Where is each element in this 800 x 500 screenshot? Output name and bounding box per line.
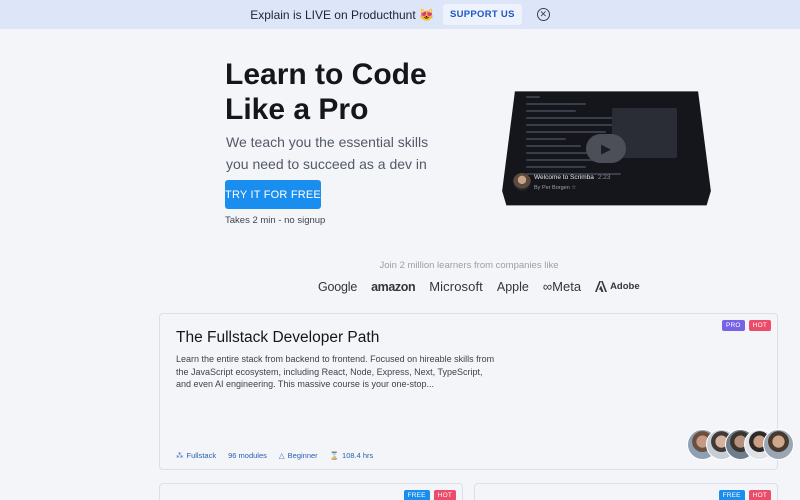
course-badges: FREE HOT	[403, 490, 456, 500]
adobe-logo: Adobe	[595, 281, 640, 292]
meta-infinity-icon: ∞	[542, 279, 553, 294]
course-description: Learn the entire stack from backend to f…	[176, 354, 495, 390]
hourglass-icon: ⌛	[329, 451, 340, 460]
amazon-logo: amazon	[371, 279, 416, 294]
instructor-avatar	[763, 429, 794, 460]
company-logos: Google amazon Microsoft Apple ∞ Meta Adob…	[318, 279, 640, 294]
google-logo: Google	[318, 279, 358, 294]
banner-text: Explain is LIVE on Producthunt 😻	[250, 7, 434, 22]
hot-badge: HOT	[748, 490, 771, 500]
pro-badge: PRO	[721, 320, 745, 331]
meta-logo: ∞ Meta	[542, 279, 582, 294]
instructor-avatars	[687, 429, 794, 460]
announcement-banner: Explain is LIVE on Producthunt 😻 SUPPORT…	[0, 0, 800, 29]
course-meta: ⁂ Fullstack 96 modules △ Beginner ⌛ 108.4 h…	[176, 451, 373, 460]
video-duration: 2:23	[597, 174, 611, 181]
course-modules: 96 modules	[228, 451, 267, 460]
video-title: Welcome to Scrimba 2:23	[534, 174, 611, 181]
level-icon: △	[278, 451, 285, 460]
hot-badge: HOT	[433, 490, 456, 500]
companies-title: Join 2 million learners from companies l…	[379, 260, 559, 271]
close-icon[interactable]: ✕	[536, 8, 550, 21]
intro-video-player[interactable]: ▶ Welcome to Scrimba 2:23 By Per Borgen ☆	[500, 89, 713, 209]
support-us-button[interactable]: SUPPORT US	[442, 4, 522, 25]
course-card-3[interactable]: FREE HOT	[474, 483, 778, 500]
try-it-free-button[interactable]: TRY IT FOR FREE	[225, 180, 321, 209]
course-title: The Fullstack Developer Path	[176, 329, 380, 346]
adobe-icon	[595, 281, 608, 292]
cta-note: Takes 2 min - no signup	[225, 215, 326, 226]
hero-title-line-2: Like a Pro	[225, 92, 369, 126]
apple-logo: Apple	[496, 279, 529, 294]
play-icon[interactable]: ▶	[586, 134, 626, 163]
free-badge: FREE	[403, 490, 430, 500]
author-avatar	[513, 173, 531, 191]
hero-title: Learn to Code Like a Pro	[225, 58, 475, 127]
course-level: △ Beginner	[278, 451, 318, 460]
video-author: By Per Borgen ☆	[534, 185, 577, 191]
course-category: ⁂ Fullstack	[176, 451, 217, 460]
course-duration: ⌛ 108.4 hrs	[329, 451, 374, 460]
course-badges: PRO HOT	[721, 320, 771, 331]
course-badges: FREE HOT	[718, 490, 771, 500]
hero-title-line-1: Learn to Code	[225, 58, 427, 91]
course-card-2[interactable]: FREE HOT	[159, 483, 463, 500]
free-badge: FREE	[718, 490, 745, 500]
star-icon: ☆	[571, 185, 577, 191]
hot-badge: HOT	[748, 320, 771, 331]
fullstack-icon: ⁂	[176, 451, 184, 460]
microsoft-logo: Microsoft	[429, 279, 483, 294]
course-card-fullstack[interactable]: PRO HOT The Fullstack Developer Path Lea…	[159, 313, 794, 470]
